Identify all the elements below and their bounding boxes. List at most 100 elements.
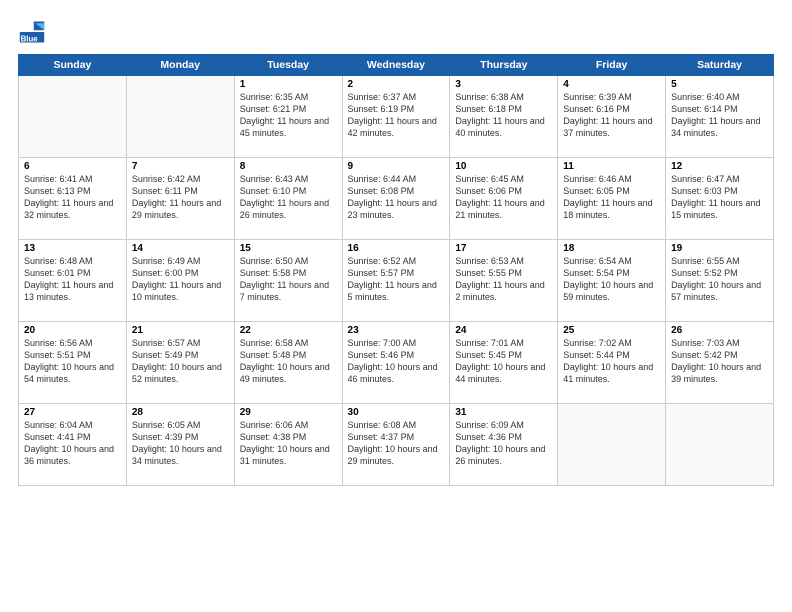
day-cell-4: 4Sunrise: 6:39 AM Sunset: 6:16 PM Daylig…: [558, 76, 666, 158]
day-number: 26: [671, 325, 768, 336]
logo: Blue: [18, 18, 50, 46]
calendar-header-row: SundayMondayTuesdayWednesdayThursdayFrid…: [19, 55, 774, 76]
svg-text:Blue: Blue: [21, 35, 39, 44]
day-number: 10: [455, 161, 552, 172]
day-info: Sunrise: 6:53 AM Sunset: 5:55 PM Dayligh…: [455, 255, 552, 304]
day-cell-21: 21Sunrise: 6:57 AM Sunset: 5:49 PM Dayli…: [126, 322, 234, 404]
week-row-3: 13Sunrise: 6:48 AM Sunset: 6:01 PM Dayli…: [19, 240, 774, 322]
day-info: Sunrise: 6:09 AM Sunset: 4:36 PM Dayligh…: [455, 419, 552, 468]
day-cell-13: 13Sunrise: 6:48 AM Sunset: 6:01 PM Dayli…: [19, 240, 127, 322]
week-row-2: 6Sunrise: 6:41 AM Sunset: 6:13 PM Daylig…: [19, 158, 774, 240]
day-cell-17: 17Sunrise: 6:53 AM Sunset: 5:55 PM Dayli…: [450, 240, 558, 322]
day-info: Sunrise: 6:49 AM Sunset: 6:00 PM Dayligh…: [132, 255, 229, 304]
day-info: Sunrise: 6:48 AM Sunset: 6:01 PM Dayligh…: [24, 255, 121, 304]
column-header-thursday: Thursday: [450, 55, 558, 76]
day-cell-24: 24Sunrise: 7:01 AM Sunset: 5:45 PM Dayli…: [450, 322, 558, 404]
day-cell-10: 10Sunrise: 6:45 AM Sunset: 6:06 PM Dayli…: [450, 158, 558, 240]
week-row-4: 20Sunrise: 6:56 AM Sunset: 5:51 PM Dayli…: [19, 322, 774, 404]
day-cell-1: 1Sunrise: 6:35 AM Sunset: 6:21 PM Daylig…: [234, 76, 342, 158]
day-cell-11: 11Sunrise: 6:46 AM Sunset: 6:05 PM Dayli…: [558, 158, 666, 240]
column-header-saturday: Saturday: [666, 55, 774, 76]
day-cell-28: 28Sunrise: 6:05 AM Sunset: 4:39 PM Dayli…: [126, 404, 234, 486]
day-info: Sunrise: 6:52 AM Sunset: 5:57 PM Dayligh…: [348, 255, 445, 304]
day-info: Sunrise: 6:40 AM Sunset: 6:14 PM Dayligh…: [671, 91, 768, 140]
day-info: Sunrise: 6:46 AM Sunset: 6:05 PM Dayligh…: [563, 173, 660, 222]
day-cell-8: 8Sunrise: 6:43 AM Sunset: 6:10 PM Daylig…: [234, 158, 342, 240]
day-number: 29: [240, 407, 337, 418]
day-info: Sunrise: 6:05 AM Sunset: 4:39 PM Dayligh…: [132, 419, 229, 468]
day-cell-16: 16Sunrise: 6:52 AM Sunset: 5:57 PM Dayli…: [342, 240, 450, 322]
week-row-5: 27Sunrise: 6:04 AM Sunset: 4:41 PM Dayli…: [19, 404, 774, 486]
day-cell-26: 26Sunrise: 7:03 AM Sunset: 5:42 PM Dayli…: [666, 322, 774, 404]
day-info: Sunrise: 6:41 AM Sunset: 6:13 PM Dayligh…: [24, 173, 121, 222]
day-info: Sunrise: 6:50 AM Sunset: 5:58 PM Dayligh…: [240, 255, 337, 304]
day-number: 5: [671, 79, 768, 90]
day-cell-15: 15Sunrise: 6:50 AM Sunset: 5:58 PM Dayli…: [234, 240, 342, 322]
day-number: 16: [348, 243, 445, 254]
day-info: Sunrise: 6:55 AM Sunset: 5:52 PM Dayligh…: [671, 255, 768, 304]
day-number: 25: [563, 325, 660, 336]
empty-cell: [558, 404, 666, 486]
day-info: Sunrise: 7:00 AM Sunset: 5:46 PM Dayligh…: [348, 337, 445, 386]
day-number: 12: [671, 161, 768, 172]
day-cell-2: 2Sunrise: 6:37 AM Sunset: 6:19 PM Daylig…: [342, 76, 450, 158]
day-number: 20: [24, 325, 121, 336]
day-info: Sunrise: 6:58 AM Sunset: 5:48 PM Dayligh…: [240, 337, 337, 386]
calendar-table: SundayMondayTuesdayWednesdayThursdayFrid…: [18, 54, 774, 486]
day-number: 21: [132, 325, 229, 336]
empty-cell: [666, 404, 774, 486]
day-info: Sunrise: 6:39 AM Sunset: 6:16 PM Dayligh…: [563, 91, 660, 140]
empty-cell: [126, 76, 234, 158]
empty-cell: [19, 76, 127, 158]
day-info: Sunrise: 6:56 AM Sunset: 5:51 PM Dayligh…: [24, 337, 121, 386]
day-number: 23: [348, 325, 445, 336]
week-row-1: 1Sunrise: 6:35 AM Sunset: 6:21 PM Daylig…: [19, 76, 774, 158]
day-info: Sunrise: 7:01 AM Sunset: 5:45 PM Dayligh…: [455, 337, 552, 386]
day-cell-14: 14Sunrise: 6:49 AM Sunset: 6:00 PM Dayli…: [126, 240, 234, 322]
day-cell-31: 31Sunrise: 6:09 AM Sunset: 4:36 PM Dayli…: [450, 404, 558, 486]
day-number: 9: [348, 161, 445, 172]
day-cell-18: 18Sunrise: 6:54 AM Sunset: 5:54 PM Dayli…: [558, 240, 666, 322]
day-number: 17: [455, 243, 552, 254]
day-number: 2: [348, 79, 445, 90]
day-number: 1: [240, 79, 337, 90]
day-cell-27: 27Sunrise: 6:04 AM Sunset: 4:41 PM Dayli…: [19, 404, 127, 486]
day-cell-9: 9Sunrise: 6:44 AM Sunset: 6:08 PM Daylig…: [342, 158, 450, 240]
day-number: 19: [671, 243, 768, 254]
column-header-wednesday: Wednesday: [342, 55, 450, 76]
day-info: Sunrise: 6:44 AM Sunset: 6:08 PM Dayligh…: [348, 173, 445, 222]
day-cell-7: 7Sunrise: 6:42 AM Sunset: 6:11 PM Daylig…: [126, 158, 234, 240]
day-number: 30: [348, 407, 445, 418]
day-number: 31: [455, 407, 552, 418]
day-number: 15: [240, 243, 337, 254]
day-info: Sunrise: 6:35 AM Sunset: 6:21 PM Dayligh…: [240, 91, 337, 140]
column-header-sunday: Sunday: [19, 55, 127, 76]
column-header-monday: Monday: [126, 55, 234, 76]
day-number: 11: [563, 161, 660, 172]
day-cell-22: 22Sunrise: 6:58 AM Sunset: 5:48 PM Dayli…: [234, 322, 342, 404]
day-number: 14: [132, 243, 229, 254]
day-info: Sunrise: 6:37 AM Sunset: 6:19 PM Dayligh…: [348, 91, 445, 140]
day-cell-12: 12Sunrise: 6:47 AM Sunset: 6:03 PM Dayli…: [666, 158, 774, 240]
day-number: 3: [455, 79, 552, 90]
day-cell-19: 19Sunrise: 6:55 AM Sunset: 5:52 PM Dayli…: [666, 240, 774, 322]
day-cell-6: 6Sunrise: 6:41 AM Sunset: 6:13 PM Daylig…: [19, 158, 127, 240]
day-cell-5: 5Sunrise: 6:40 AM Sunset: 6:14 PM Daylig…: [666, 76, 774, 158]
header: Blue: [18, 18, 774, 46]
day-info: Sunrise: 6:45 AM Sunset: 6:06 PM Dayligh…: [455, 173, 552, 222]
day-cell-20: 20Sunrise: 6:56 AM Sunset: 5:51 PM Dayli…: [19, 322, 127, 404]
day-number: 27: [24, 407, 121, 418]
day-info: Sunrise: 6:57 AM Sunset: 5:49 PM Dayligh…: [132, 337, 229, 386]
day-number: 22: [240, 325, 337, 336]
day-number: 7: [132, 161, 229, 172]
day-number: 13: [24, 243, 121, 254]
day-cell-30: 30Sunrise: 6:08 AM Sunset: 4:37 PM Dayli…: [342, 404, 450, 486]
day-info: Sunrise: 6:54 AM Sunset: 5:54 PM Dayligh…: [563, 255, 660, 304]
page: Blue SundayMondayTuesdayWednesdayThursda…: [0, 0, 792, 612]
column-header-friday: Friday: [558, 55, 666, 76]
column-header-tuesday: Tuesday: [234, 55, 342, 76]
day-cell-23: 23Sunrise: 7:00 AM Sunset: 5:46 PM Dayli…: [342, 322, 450, 404]
day-info: Sunrise: 6:47 AM Sunset: 6:03 PM Dayligh…: [671, 173, 768, 222]
day-info: Sunrise: 7:03 AM Sunset: 5:42 PM Dayligh…: [671, 337, 768, 386]
day-info: Sunrise: 6:06 AM Sunset: 4:38 PM Dayligh…: [240, 419, 337, 468]
